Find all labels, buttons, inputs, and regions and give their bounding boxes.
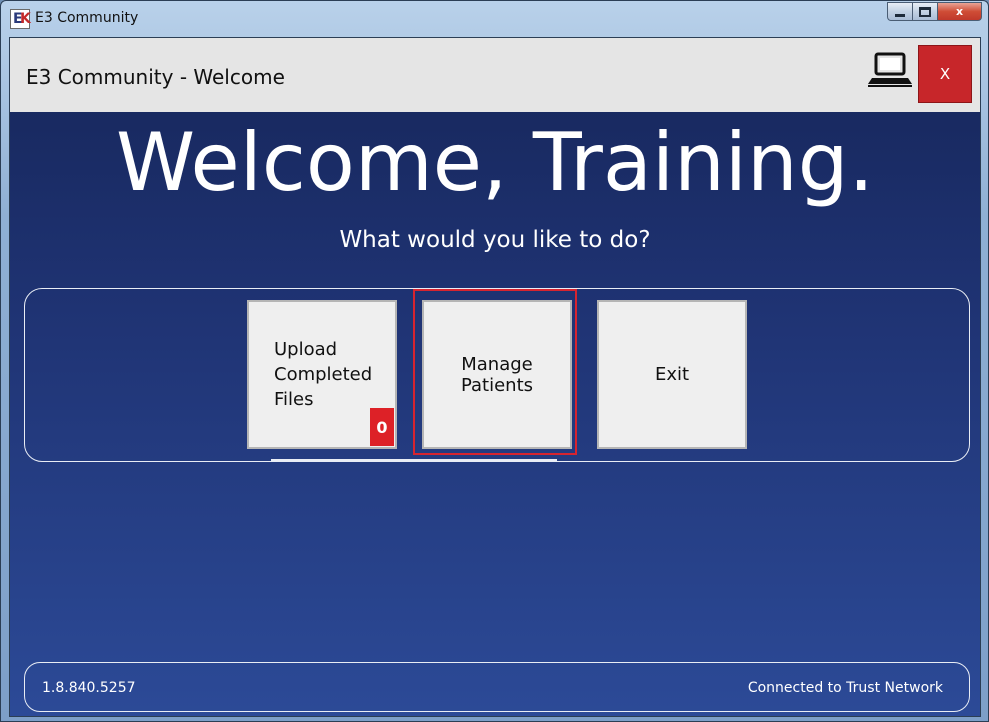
minimize-icon (895, 14, 905, 17)
page-title: E3 Community - Welcome (26, 65, 285, 89)
maximize-button[interactable] (912, 2, 938, 21)
tile-label: Exit (654, 364, 690, 385)
close-icon: x (955, 5, 964, 18)
window-title: E3 Community (35, 10, 139, 26)
divider (271, 459, 557, 461)
maximize-icon (919, 6, 931, 17)
status-bar: 1.8.840.5257 Connected to Trust Network (24, 662, 970, 712)
window-titlebar[interactable]: EK E3 Community x (1, 1, 988, 35)
app-client-area: E3 Community - Welcome X Welcome, Traini… (9, 37, 981, 717)
window-close-button[interactable]: x (937, 2, 982, 21)
computer-icon[interactable] (866, 52, 914, 92)
application-window: EK E3 Community x E3 Community - Welcome (0, 0, 989, 722)
tile-label: Manage Patients (460, 353, 534, 396)
exit-button[interactable]: Exit (597, 300, 747, 449)
actions-panel: Upload Completed Files 0 Manage Patients… (24, 288, 970, 462)
upload-completed-files-button[interactable]: Upload Completed Files 0 (247, 300, 397, 449)
manage-patients-button[interactable]: Manage Patients (422, 300, 572, 449)
ek-logo-icon: EK (10, 9, 31, 29)
version-label: 1.8.840.5257 (42, 680, 136, 696)
app-header: E3 Community - Welcome X (10, 38, 980, 112)
connection-status: Connected to Trust Network (747, 680, 943, 696)
close-app-button[interactable]: X (918, 45, 972, 103)
window-controls: x (887, 2, 982, 21)
welcome-heading: Welcome, Training. (116, 116, 874, 209)
pending-count-badge: 0 (370, 408, 394, 446)
minimize-button[interactable] (887, 2, 913, 21)
action-prompt: What would you like to do? (339, 227, 651, 253)
